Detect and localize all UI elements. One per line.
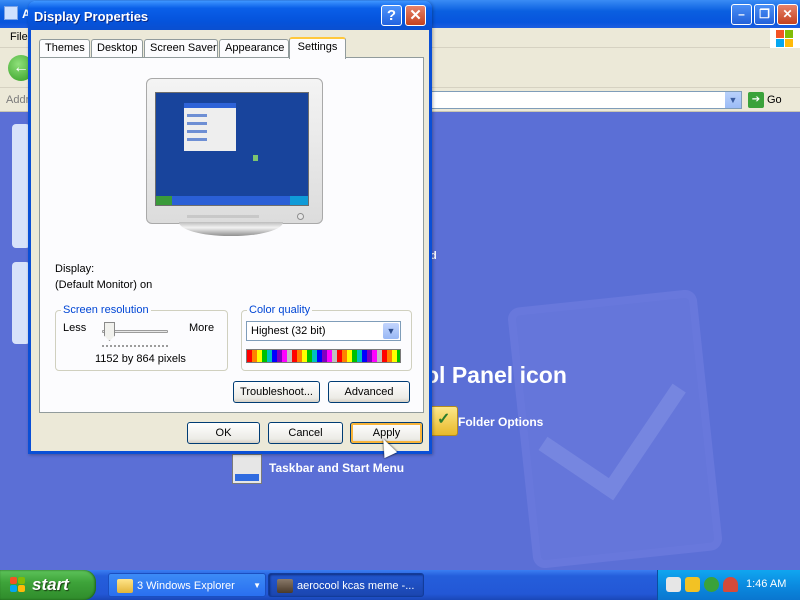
tab-screen-saver[interactable]: Screen Saver bbox=[144, 39, 218, 58]
taskbar: start 3 Windows Explorer ▼ aerocool kcas… bbox=[0, 570, 800, 600]
task-folder-options[interactable]: Folder Options bbox=[458, 415, 543, 429]
troubleshoot-button[interactable]: Troubleshoot... bbox=[233, 381, 320, 403]
windows-logo-icon bbox=[10, 577, 26, 593]
preview-start bbox=[156, 196, 172, 205]
folder-options-icon[interactable]: ✓ bbox=[428, 406, 458, 436]
system-tray: 1:46 AM bbox=[657, 570, 800, 600]
clock[interactable]: 1:46 AM bbox=[746, 578, 786, 590]
go-button[interactable]: ➔ Go bbox=[748, 92, 782, 108]
cancel-button[interactable]: Cancel bbox=[268, 422, 343, 444]
tab-appearance[interactable]: Appearance bbox=[219, 39, 289, 58]
address-input[interactable]: ▼ bbox=[430, 91, 742, 109]
preview-desktop-icon bbox=[253, 155, 258, 161]
preview-tray bbox=[290, 196, 308, 205]
color-quality-legend: Color quality bbox=[249, 304, 311, 316]
taskbar-start-menu-icon[interactable] bbox=[232, 454, 262, 484]
resolution-slider-ticks bbox=[102, 345, 168, 348]
taskbar-item-aerocool[interactable]: aerocool kcas meme -... bbox=[268, 573, 424, 597]
help-button[interactable]: ? bbox=[381, 5, 402, 26]
preview-taskbar bbox=[156, 196, 308, 205]
preview-window bbox=[184, 103, 236, 151]
screen-resolution-legend: Screen resolution bbox=[63, 304, 149, 316]
antivirus-icon[interactable] bbox=[723, 577, 738, 592]
folder-icon bbox=[117, 579, 133, 593]
less-label: Less bbox=[63, 322, 87, 334]
tab-row: Themes Desktop Screen Saver Appearance S… bbox=[39, 37, 429, 59]
display-properties-dialog: Display Properties ? ✕ Themes Desktop Sc… bbox=[28, 1, 432, 454]
settings-panel: Display: (Default Monitor) on Screen res… bbox=[39, 57, 424, 413]
monitor-preview-screen bbox=[155, 92, 309, 206]
resolution-value: 1152 by 864 pixels bbox=[95, 353, 186, 365]
window-icon bbox=[4, 6, 18, 20]
more-label: More bbox=[189, 322, 215, 334]
tab-settings[interactable]: Settings bbox=[289, 37, 346, 59]
monitor-grille bbox=[187, 215, 259, 218]
display-label: Display: bbox=[55, 263, 95, 275]
ok-button[interactable]: OK bbox=[187, 422, 260, 444]
dialog-title: Display Properties bbox=[34, 9, 149, 24]
menu-file[interactable]: File bbox=[10, 31, 28, 43]
restore-icon[interactable]: ❐ bbox=[754, 4, 775, 25]
background-heading: ol Panel icon bbox=[425, 362, 567, 388]
windows-flag-icon bbox=[770, 28, 800, 48]
chevron-down-icon[interactable]: ▼ bbox=[383, 323, 399, 339]
close-button[interactable]: ✕ bbox=[405, 5, 426, 26]
color-spectrum-bar bbox=[246, 349, 401, 363]
task-taskbar-start-menu[interactable]: Taskbar and Start Menu bbox=[269, 461, 404, 475]
color-quality-select[interactable]: Highest (32 bit) ▼ bbox=[246, 321, 401, 341]
network-icon[interactable] bbox=[666, 577, 681, 592]
taskbar-item-label: 3 Windows Explorer bbox=[137, 580, 235, 592]
address-label: Addr bbox=[6, 94, 30, 106]
monitor-power-icon bbox=[297, 213, 304, 220]
tab-themes[interactable]: Themes bbox=[39, 39, 90, 58]
minimize-icon[interactable]: – bbox=[731, 4, 752, 25]
control-panel-watermark-icon bbox=[506, 288, 724, 570]
display-value: (Default Monitor) on bbox=[55, 279, 153, 291]
security-shield-icon[interactable] bbox=[685, 577, 700, 592]
monitor-icon bbox=[146, 78, 323, 224]
dialog-titlebar[interactable]: Display Properties ? ✕ bbox=[28, 1, 432, 30]
chevron-down-icon[interactable]: ▼ bbox=[725, 92, 741, 108]
go-arrow-icon: ➔ bbox=[748, 92, 764, 108]
color-quality-value: Highest (32 bit) bbox=[251, 325, 326, 337]
taskbar-item-label: aerocool kcas meme -... bbox=[297, 580, 415, 592]
taskbar-item-windows-explorer[interactable]: 3 Windows Explorer ▼ bbox=[108, 573, 266, 597]
go-label: Go bbox=[767, 94, 782, 106]
start-label: start bbox=[32, 575, 69, 594]
close-icon[interactable]: ✕ bbox=[777, 4, 798, 25]
tab-desktop[interactable]: Desktop bbox=[91, 39, 143, 58]
app-icon bbox=[277, 579, 293, 593]
advanced-button[interactable]: Advanced bbox=[328, 381, 410, 403]
monitor-stand bbox=[179, 222, 283, 236]
update-icon[interactable] bbox=[704, 577, 719, 592]
chevron-down-icon: ▼ bbox=[253, 581, 261, 590]
start-button[interactable]: start bbox=[0, 570, 96, 600]
